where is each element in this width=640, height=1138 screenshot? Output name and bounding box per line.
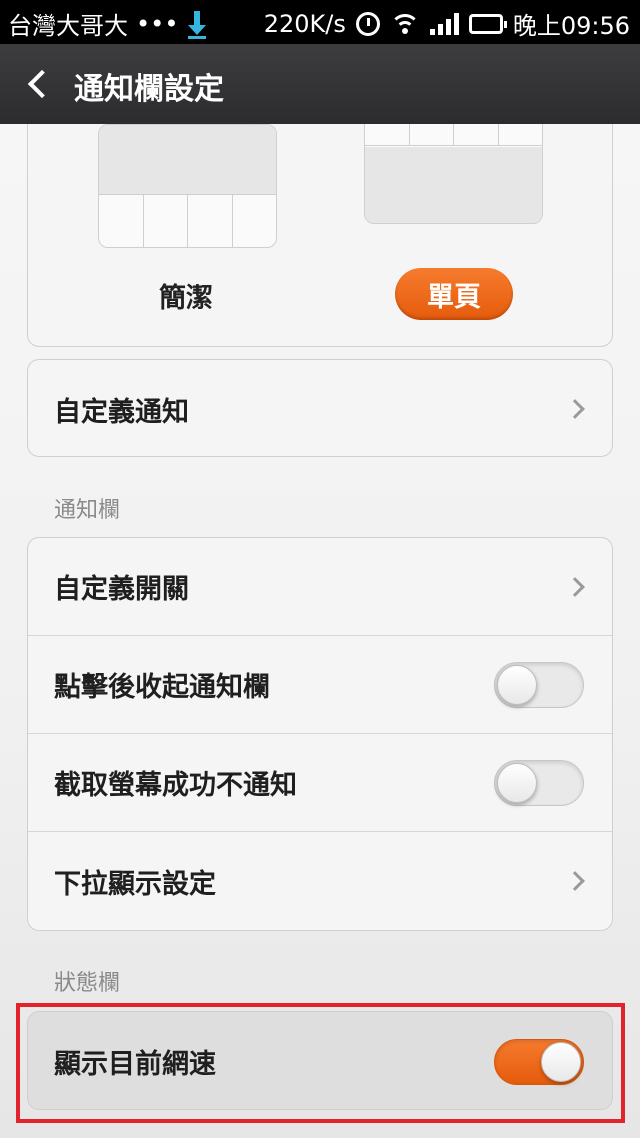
screenshot-no-notify-toggle[interactable] [494, 759, 584, 806]
row-label: 自定義通知 [54, 396, 189, 428]
clock: 晚上09:56 [512, 12, 630, 40]
section-header-status-bar: 狀態欄 [54, 971, 121, 996]
custom-notification-card: 自定義通知 [27, 359, 613, 457]
alarm-icon [355, 11, 380, 36]
pull-down-settings-row[interactable]: 下拉顯示設定 [28, 832, 612, 930]
row-label: 點擊後收起通知欄 [54, 672, 270, 703]
custom-notification-row[interactable]: 自定義通知 [28, 360, 612, 456]
section-header-notification: 通知欄 [54, 498, 121, 523]
row-label: 下拉顯示設定 [54, 868, 216, 900]
download-icon [186, 9, 208, 39]
notification-style-picker: 簡潔 單頁 [27, 124, 613, 347]
wifi-icon [389, 12, 420, 36]
signal-icon [429, 12, 459, 35]
chevron-right-icon [565, 576, 585, 597]
back-icon[interactable] [26, 70, 46, 98]
style-option-simple[interactable]: 簡潔 [159, 276, 213, 315]
row-label: 截取螢幕成功不通知 [54, 770, 297, 801]
notification-dots: ••• [136, 9, 179, 38]
battery-icon [468, 13, 507, 34]
style-preview-single-page[interactable] [364, 124, 543, 224]
toggle-knob [497, 762, 537, 803]
custom-switches-row[interactable]: 自定義開關 [28, 538, 612, 636]
status-bar-right: 220K/s 晚上09:56 [264, 6, 630, 41]
notification-settings-card: 自定義開關 點擊後收起通知欄 截取螢幕成功不通知 下拉顯示設定 [27, 537, 613, 931]
network-speed: 220K/s [263, 9, 346, 38]
title-bar: 通知欄設定 [0, 44, 640, 124]
collapse-after-click-toggle[interactable] [494, 661, 584, 708]
chevron-right-icon [565, 871, 585, 891]
status-bar-left: 台灣大哥大 ••• [8, 6, 208, 41]
highlight-box [16, 1003, 625, 1123]
toggle-knob [497, 664, 537, 705]
chevron-right-icon [565, 399, 585, 419]
carrier-name: 台灣大哥大 [8, 12, 128, 40]
style-preview-simple[interactable] [98, 124, 277, 248]
row-label: 自定義開關 [54, 574, 189, 605]
page-title: 通知欄設定 [74, 72, 224, 107]
style-option-single-page[interactable]: 單頁 [395, 268, 513, 320]
screenshot-no-notify-row: 截取螢幕成功不通知 [28, 734, 612, 832]
collapse-after-click-row: 點擊後收起通知欄 [28, 636, 612, 734]
status-bar: 台灣大哥大 ••• 220K/s 晚上09:56 [0, 0, 640, 44]
